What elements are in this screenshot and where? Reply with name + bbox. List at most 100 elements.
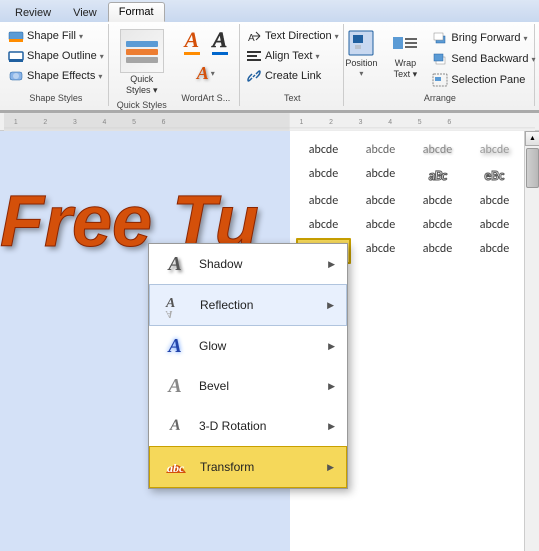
wordart-btns: A A <box>179 26 233 58</box>
transform-menu-icon: abc <box>162 453 190 481</box>
menu-item-transform[interactable]: abc Transform ▶ <box>149 446 347 488</box>
svg-text:3: 3 <box>73 118 77 125</box>
selection-pane-label: Selection Pane <box>451 74 525 86</box>
shape-effects-label: Shape Effects <box>27 70 95 82</box>
align-text-label: Align Text <box>265 50 313 62</box>
doc-cell-3-4[interactable]: abcde <box>467 190 522 212</box>
doc-cell-1-2[interactable]: abcde <box>353 139 408 161</box>
doc-cell-3-1[interactable]: abcde <box>296 190 351 212</box>
text-dir-arrow: ▾ <box>335 32 339 41</box>
svg-text:A: A <box>165 308 173 319</box>
create-link-btn[interactable]: Create Link <box>242 66 343 86</box>
position-btn[interactable]: Position ▾ <box>340 26 382 81</box>
text-direction-label: Text Direction <box>265 30 332 42</box>
shape-effects-btn[interactable]: Shape Effects ▾ <box>4 66 108 86</box>
arrange-wrap-btns: Wrap Text ▾ <box>386 26 424 92</box>
send-backward-btn[interactable]: Send Backward ▾ <box>428 49 539 69</box>
tab-review[interactable]: Review <box>4 2 62 22</box>
arrange-content: Position ▾ Wrap Text ▾ <box>340 26 539 92</box>
glow-label: Glow <box>199 339 318 353</box>
shape-fill-btn[interactable]: Shape Fill ▾ <box>4 26 108 46</box>
position-label: Position <box>345 58 377 68</box>
selection-pane-btn[interactable]: Selection Pane <box>428 70 539 90</box>
wordart-styles-group: A A A ▾ WordArt S... <box>173 24 239 106</box>
arrange-label: Arrange <box>352 92 528 104</box>
doc-cell-5-4[interactable]: abcde <box>467 238 522 264</box>
wrap-icon <box>391 29 419 57</box>
text-effects-btn[interactable]: A ▾ <box>192 60 220 87</box>
doc-cell-3-2[interactable]: abcde <box>353 190 408 212</box>
selection-pane-icon <box>432 72 448 88</box>
shape-outline-btn[interactable]: Shape Outline ▾ <box>4 46 108 66</box>
menu-item-3d[interactable]: A 3-D Rotation ▶ <box>149 406 347 446</box>
svg-text:6: 6 <box>447 118 451 125</box>
glow-arrow: ▶ <box>328 341 335 352</box>
position-icon <box>347 29 375 57</box>
text-fill-btn[interactable]: A <box>179 26 205 58</box>
tab-format[interactable]: Format <box>108 2 165 22</box>
doc-cell-2-3[interactable]: aBc <box>409 163 466 188</box>
quick-styles-preview <box>120 29 164 73</box>
reflection-menu-icon: A A <box>162 291 190 319</box>
ruler: 1 2 3 4 5 6 1 2 3 4 5 6 <box>0 113 539 131</box>
doc-cell-1-4[interactable]: abcde <box>467 139 522 161</box>
menu-item-bevel[interactable]: A Bevel ▶ <box>149 366 347 406</box>
align-text-btn[interactable]: Align Text ▾ <box>242 46 343 66</box>
fill-icon <box>8 28 24 44</box>
doc-cell-2-1[interactable]: abcde <box>296 163 351 188</box>
reflection-label: Reflection <box>200 298 317 312</box>
wrap-text-btn[interactable]: Wrap Text ▾ <box>386 26 424 83</box>
wrap-label2: Text ▾ <box>394 69 418 80</box>
shape-styles-group: Shape Fill ▾ Shape Outline ▾ <box>4 24 109 106</box>
svg-text:4: 4 <box>103 118 107 125</box>
quick-styles-label2: Styles ▾ <box>126 85 158 96</box>
tab-view[interactable]: View <box>62 2 108 22</box>
svg-text:abc: abc <box>167 461 185 475</box>
position-arrow: ▾ <box>359 69 363 78</box>
wordart-label: WordArt S... <box>179 92 233 104</box>
text-group-content: A Text Direction ▾ <box>242 26 343 92</box>
glow-menu-icon: A <box>161 332 189 360</box>
doc-cell-4-3[interactable]: abcde <box>410 214 465 236</box>
align-arrow: ▾ <box>315 52 319 61</box>
doc-cell-2-4[interactable]: eBc <box>467 163 520 189</box>
bring-forward-icon <box>432 30 448 46</box>
menu-item-shadow[interactable]: A Shadow ▶ <box>149 244 347 284</box>
text-group-label: Text <box>248 92 337 104</box>
doc-cell-4-1[interactable]: abcde <box>296 214 351 236</box>
scroll-up-btn[interactable]: ▲ <box>525 131 539 146</box>
text-direction-icon: A <box>246 28 262 44</box>
main-area: Free Tu abcde abcde abcde abcde abcde ab… <box>0 131 539 551</box>
text-outline-btn[interactable]: A <box>207 26 233 58</box>
ruler-content: 1 2 3 4 5 6 1 2 3 4 5 6 <box>4 113 535 130</box>
doc-cell-4-2[interactable]: abcde <box>353 214 408 236</box>
send-arrow: ▾ <box>531 55 535 64</box>
create-link-icon <box>246 68 262 84</box>
bring-forward-btn[interactable]: Bring Forward ▾ <box>428 28 539 48</box>
doc-cell-4-4[interactable]: abcde <box>467 214 522 236</box>
scroll-thumb[interactable] <box>526 148 539 188</box>
doc-cell-2-2[interactable]: abcde <box>353 163 408 188</box>
ruler-svg: 1 2 3 4 5 6 1 2 3 4 5 6 <box>4 113 535 131</box>
doc-cell-5-2[interactable]: abcde <box>353 238 408 264</box>
menu-item-glow[interactable]: A Glow ▶ <box>149 326 347 366</box>
text-effects-icon: A <box>197 63 209 84</box>
transform-label: Transform <box>200 460 317 474</box>
doc-cell-1-3[interactable]: abcde <box>410 139 465 161</box>
quick-styles-btn[interactable]: Quick Styles ▾ <box>115 26 169 99</box>
ribbon: Review View Format Shape Fill ▾ <box>0 0 539 113</box>
quick-styles-group: Quick Styles ▾ Quick Styles <box>111 24 173 106</box>
svg-text:2: 2 <box>43 118 47 125</box>
quick-styles-label: Quick <box>130 74 153 84</box>
reflection-arrow: ▶ <box>327 300 334 311</box>
3d-menu-icon: A <box>161 412 189 440</box>
menu-item-reflection[interactable]: A A Reflection ▶ <box>149 284 347 326</box>
shadow-arrow: ▶ <box>328 259 335 270</box>
3d-arrow: ▶ <box>328 421 335 432</box>
shape-outline-label: Shape Outline <box>27 50 97 62</box>
doc-cell-3-3[interactable]: abcde <box>410 190 465 212</box>
text-direction-btn[interactable]: A Text Direction ▾ <box>242 26 343 46</box>
doc-cell-5-3[interactable]: abcde <box>410 238 465 264</box>
bevel-arrow: ▶ <box>328 381 335 392</box>
doc-cell-1-1[interactable]: abcde <box>296 139 351 161</box>
